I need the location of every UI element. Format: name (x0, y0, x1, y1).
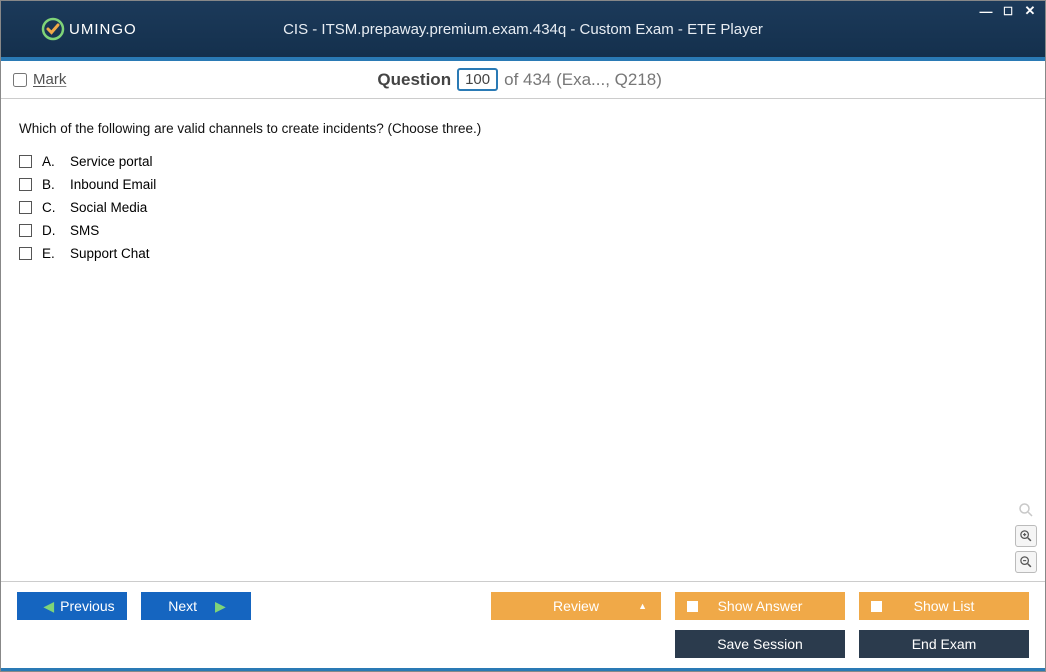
app-window: UMINGO CIS - ITSM.prepaway.premium.exam.… (0, 0, 1046, 672)
show-list-button[interactable]: Show List (859, 592, 1029, 620)
checkbox-icon (687, 601, 698, 612)
question-label: Question (377, 70, 451, 90)
review-label: Review (553, 598, 599, 614)
question-text: Which of the following are valid channel… (19, 121, 1033, 136)
previous-button[interactable]: ◀ Previous (17, 592, 127, 620)
option-checkbox[interactable] (19, 224, 32, 237)
zoom-tools (1015, 499, 1037, 573)
logo-icon (41, 17, 65, 41)
option-letter: A. (42, 154, 60, 169)
window-controls: — ☐ ✕ (977, 3, 1039, 19)
option-letter: E. (42, 246, 60, 261)
option-text: Service portal (70, 154, 153, 169)
option-d[interactable]: D. SMS (19, 223, 1033, 238)
triangle-up-icon: ▲ (638, 601, 647, 611)
option-checkbox[interactable] (19, 247, 32, 260)
button-row-1: ◀ Previous Next ▶ Review ▲ Show Answer S… (1, 582, 1045, 626)
mark-checkbox[interactable] (13, 73, 27, 87)
close-button[interactable]: ✕ (1021, 3, 1039, 19)
save-session-label: Save Session (717, 636, 803, 652)
question-number-input[interactable]: 100 (457, 68, 498, 91)
footer: ◀ Previous Next ▶ Review ▲ Show Answer S… (1, 581, 1045, 671)
option-c[interactable]: C. Social Media (19, 200, 1033, 215)
option-text: Inbound Email (70, 177, 156, 192)
question-content: Which of the following are valid channel… (1, 99, 1045, 581)
window-title: CIS - ITSM.prepaway.premium.exam.434q - … (1, 21, 1045, 38)
next-label: Next (168, 598, 197, 614)
show-list-label: Show List (914, 598, 975, 614)
chevron-left-icon: ◀ (43, 598, 54, 615)
option-letter: B. (42, 177, 60, 192)
zoom-in-button[interactable] (1015, 525, 1037, 547)
chevron-right-icon: ▶ (215, 598, 226, 615)
option-text: Social Media (70, 200, 147, 215)
option-letter: D. (42, 223, 60, 238)
option-checkbox[interactable] (19, 201, 32, 214)
mark-checkbox-wrap[interactable]: Mark (13, 71, 66, 88)
maximize-button[interactable]: ☐ (999, 3, 1017, 19)
option-text: SMS (70, 223, 99, 238)
question-header: Mark Question 100 of 434 (Exa..., Q218) (1, 61, 1045, 99)
mark-label: Mark (33, 71, 66, 88)
end-exam-button[interactable]: End Exam (859, 630, 1029, 658)
checkbox-icon (871, 601, 882, 612)
button-row-2: Save Session End Exam (1, 626, 1045, 668)
minimize-button[interactable]: — (977, 3, 995, 19)
option-checkbox[interactable] (19, 178, 32, 191)
option-letter: C. (42, 200, 60, 215)
review-button[interactable]: Review ▲ (491, 592, 661, 620)
show-answer-label: Show Answer (718, 598, 803, 614)
question-info: Question 100 of 434 (Exa..., Q218) (66, 68, 973, 91)
end-exam-label: End Exam (912, 636, 977, 652)
option-checkbox[interactable] (19, 155, 32, 168)
logo-text: UMINGO (69, 21, 137, 38)
option-b[interactable]: B. Inbound Email (19, 177, 1033, 192)
question-of-text: of 434 (Exa..., Q218) (504, 70, 662, 90)
previous-label: Previous (60, 598, 114, 614)
next-button[interactable]: Next ▶ (141, 592, 251, 620)
option-a[interactable]: A. Service portal (19, 154, 1033, 169)
options-list: A. Service portal B. Inbound Email C. So… (19, 154, 1033, 261)
save-session-button[interactable]: Save Session (675, 630, 845, 658)
zoom-out-button[interactable] (1015, 551, 1037, 573)
logo: UMINGO (41, 17, 137, 41)
show-answer-button[interactable]: Show Answer (675, 592, 845, 620)
option-e[interactable]: E. Support Chat (19, 246, 1033, 261)
search-icon[interactable] (1015, 499, 1037, 521)
titlebar: UMINGO CIS - ITSM.prepaway.premium.exam.… (1, 1, 1045, 61)
bottom-accent-border (1, 668, 1045, 671)
option-text: Support Chat (70, 246, 150, 261)
